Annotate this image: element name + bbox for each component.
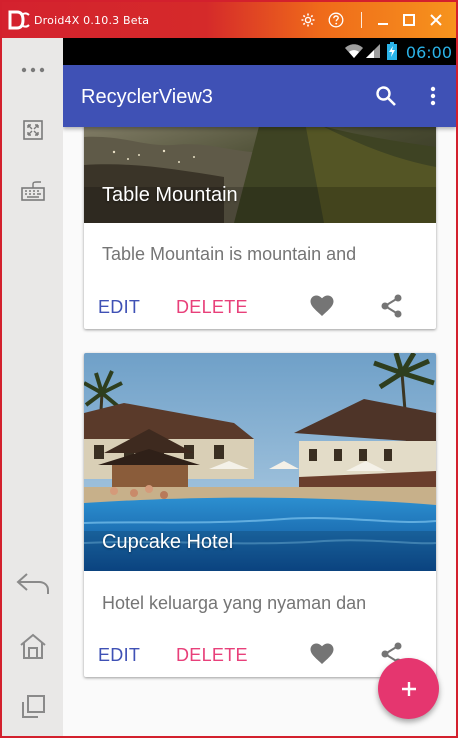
help-icon[interactable] <box>326 10 346 30</box>
card-description: Hotel keluarga yang nyaman dan <box>102 593 367 613</box>
fullscreen-icon[interactable] <box>12 112 54 148</box>
edit-button[interactable]: EDIT <box>98 645 140 666</box>
signal-icon <box>366 44 380 64</box>
add-fab-button[interactable] <box>378 658 439 719</box>
more-icon[interactable] <box>12 52 54 88</box>
card-description: Table Mountain is mountain and <box>102 244 357 264</box>
settings-icon[interactable] <box>298 10 318 30</box>
titlebar-separator <box>361 12 362 28</box>
card-title: Table Mountain <box>102 184 238 206</box>
card-image-table-mountain: Table Mountain <box>84 127 436 223</box>
battery-charging-icon <box>387 42 397 65</box>
search-icon[interactable] <box>373 83 399 109</box>
recycler-view[interactable]: Table Mountain Table Mountain is mountai… <box>63 127 456 736</box>
share-icon[interactable] <box>378 292 406 320</box>
add-icon <box>401 681 416 696</box>
back-icon[interactable] <box>12 566 54 602</box>
favorite-icon[interactable] <box>308 640 336 668</box>
delete-button[interactable]: DELETE <box>176 645 248 666</box>
edit-button[interactable]: EDIT <box>98 297 140 318</box>
emulator-window: Droid4X 0.10.3 Beta 06:00 RecyclerView3 … <box>0 0 458 738</box>
card-image-cupcake-hotel: Cupcake Hotel <box>84 353 436 571</box>
card-table-mountain[interactable]: Table Mountain Table Mountain is mountai… <box>84 127 436 329</box>
home-icon[interactable] <box>12 628 54 664</box>
app-title: RecyclerView3 <box>81 86 213 108</box>
wifi-icon <box>344 44 364 64</box>
status-time: 06:00 <box>405 43 452 62</box>
app-bar: RecyclerView3 <box>63 65 456 127</box>
keyboard-icon[interactable] <box>12 172 54 208</box>
favorite-icon[interactable] <box>308 292 336 320</box>
overflow-menu-icon[interactable] <box>420 83 446 109</box>
card-title: Cupcake Hotel <box>102 531 234 553</box>
recents-icon[interactable] <box>12 689 54 725</box>
status-bar: 06:00 <box>63 38 456 65</box>
delete-button[interactable]: DELETE <box>176 297 248 318</box>
emulator-sidebar <box>2 38 63 736</box>
droid4x-logo-icon <box>8 10 30 30</box>
close-icon[interactable] <box>426 10 446 30</box>
android-screen: 06:00 RecyclerView3 Table Mountain Table… <box>63 38 456 736</box>
maximize-icon[interactable] <box>399 10 419 30</box>
emulator-title: Droid4X 0.10.3 Beta <box>34 14 150 27</box>
minimize-icon[interactable] <box>373 10 393 30</box>
card-cupcake-hotel[interactable]: Cupcake Hotel Hotel keluarga yang nyaman… <box>84 353 436 677</box>
emulator-titlebar: Droid4X 0.10.3 Beta <box>2 2 456 38</box>
